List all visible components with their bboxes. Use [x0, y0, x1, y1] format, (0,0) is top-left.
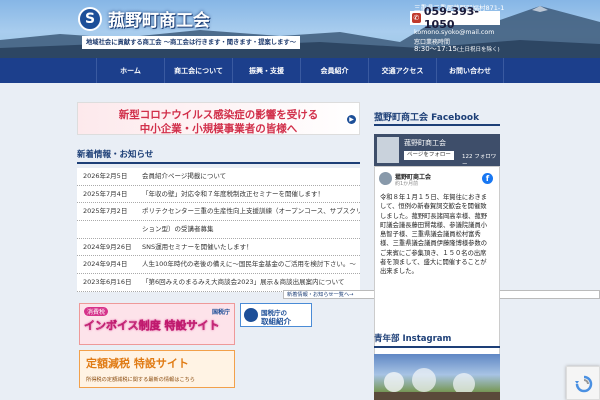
fb-post-text: 令和８年１月１５日、年賀往におきまして、恒例の新春賀詞交歓会を開催致しました。菰… [380, 194, 488, 276]
covid-banner-line1: 新型コロナウイルス感染症の影響を受ける [118, 109, 319, 121]
nav-item-about[interactable]: 商工会について [164, 58, 232, 83]
sidebar-divider [374, 346, 500, 348]
site-tagline: 地域社会に貢献する商工会 〜商工会は行きます・聞きます・提案します〜 [82, 36, 300, 49]
news-date: 2023年6月16日 [83, 278, 132, 287]
news-title[interactable]: SNS運用セミナーを開催いたします！ [142, 239, 253, 256]
invoice-title: インボイス制度 特設サイト [84, 319, 220, 332]
covid-banner-line2: 中小企業・小規模事業者の皆様へ [139, 123, 298, 135]
news-date: 2025年7月2日 [83, 207, 128, 216]
fb-post-date: 約1か月前 [395, 181, 419, 187]
arrow-right-icon: ▶ [347, 115, 356, 124]
phone-box[interactable]: ✆ 059-393-1050 [410, 5, 500, 31]
nta-banner[interactable]: 国税庁の 取組紹介 [240, 303, 312, 327]
recaptcha-icon [575, 375, 593, 393]
fb-followers: 122 フォロワー [462, 154, 497, 166]
news-title[interactable]: ション型）の受講者募集 [142, 221, 214, 238]
deduction-title: 定額減税 特設サイト [86, 357, 189, 370]
news-item[interactable]: 2025年7月4日 「年収の壁」対応令和７年度税制改正セミナーを開催します！ [77, 185, 360, 204]
news-title[interactable]: 「年収の壁」対応令和７年度税制改正セミナーを開催します！ [142, 186, 324, 203]
news-item[interactable]: ション型）の受講者募集 [77, 221, 360, 239]
fb-page-name[interactable]: 菰野町商工会 [404, 138, 446, 148]
news-date: 2026年2月5日 [83, 172, 128, 180]
nta-line2: 取組紹介 [261, 317, 291, 326]
nta-emblem-icon [244, 308, 258, 322]
news-item[interactable]: 2026年2月5日 会員紹介ページ掲載について [77, 168, 360, 186]
hours-text: 8:30〜17:15(土日祝日を除く) [414, 44, 500, 54]
tax-office-label: 国税庁 [211, 309, 230, 316]
avatar [379, 172, 392, 185]
news-heading: 新着情報・お知らせ [77, 150, 154, 160]
deduction-banner[interactable]: 定額減税 特設サイト 所得税の定額減税に関する最新の情報はこちら [79, 350, 235, 388]
news-title[interactable]: 人生100年時代の老後の備えに〜国民年金基金のご活用を検討下さい。〜 [142, 256, 356, 273]
news-title[interactable]: 「第6回みえのまるみえ大商談会2023」展示＆商談出展案内について [142, 274, 344, 291]
sidebar-divider [374, 124, 500, 126]
facebook-heading: 菰野町商工会 Facebook [374, 113, 480, 123]
site-title: 菰野町商工会 [108, 11, 210, 31]
facebook-page-card[interactable]: 菰野町商工会 ページをフォロー 122 フォロワー [374, 134, 500, 166]
news-item[interactable]: 2024年9月26日 SNS運用セミナーを開催いたします！ [77, 238, 360, 257]
news-item[interactable]: 2025年7月2日 ポリテクセンター三重の生産性向上支援訓練（オープンコース、サブ… [77, 203, 360, 222]
phone-icon: ✆ [412, 13, 421, 23]
nav-item-home[interactable]: ホーム [96, 58, 164, 83]
nav-item-contact[interactable]: お問い合わせ [436, 58, 504, 83]
hours-note: (土日祝日を除く) [456, 47, 500, 53]
hours-value: 8:30〜17:15 [414, 45, 457, 53]
site-logo[interactable]: S 菰野町商工会 [78, 6, 210, 31]
contact-info: 三重県三重郡菰野町福村871-1 ✆ 059-393-1050 komono.s… [400, 0, 600, 58]
covid-banner[interactable]: 新型コロナウイルス感染症の影響を受ける 中小企業・小規模事業者の皆様へ ▶ [77, 102, 360, 135]
news-date: 2024年9月26日 [83, 242, 132, 251]
news-title[interactable]: ポリテクセンター三重の生産性向上支援訓練（オープンコース、サブスクリプ [142, 203, 360, 220]
nav-item-access[interactable]: 交通アクセス [368, 58, 436, 83]
main-nav: ホーム 商工会について 振興・支援 会員紹介 交通アクセス お問い合わせ [0, 58, 600, 83]
logo-emblem-icon: S [78, 6, 102, 31]
news-divider [77, 162, 360, 164]
email-text[interactable]: komono.syoko@mail.com [414, 29, 494, 36]
fb-follow-button[interactable]: ページをフォロー [404, 151, 454, 160]
news-title[interactable]: 会員紹介ページ掲載について [142, 168, 226, 185]
phone-number[interactable]: 059-393-1050 [424, 5, 500, 31]
invoice-pill: 消費税 [84, 307, 109, 316]
sidebar: 菰野町商工会 Facebook 菰野町商工会 ページをフォロー 122 フォロワ… [374, 100, 500, 400]
deduction-subtitle: 所得税の定額減税に関する最新の情報はこちら [86, 377, 195, 383]
news-list: 2026年2月5日 会員紹介ページ掲載について 2025年7月4日 「年収の壁」対応… [77, 168, 360, 292]
news-date: 2024年9月4日 [83, 260, 128, 269]
recaptcha-badge[interactable] [566, 366, 600, 400]
site-header: S 菰野町商工会 地域社会に貢献する商工会 〜商工会は行きます・聞きます・提案し… [0, 0, 600, 58]
instagram-photo[interactable] [374, 354, 500, 400]
building-thumbnail [377, 137, 399, 163]
instagram-heading: 青年部 Instagram [374, 334, 452, 344]
nav-item-members[interactable]: 会員紹介 [300, 58, 368, 83]
nav-item-support[interactable]: 振興・支援 [232, 58, 300, 83]
invoice-banner[interactable]: 消費税 国税庁 インボイス制度 特設サイト [79, 303, 235, 345]
trees-graphic [374, 368, 500, 400]
news-date: 2025年7月4日 [83, 189, 128, 198]
news-item[interactable]: 2024年9月4日 人生100年時代の老後の備えに〜国民年金基金のご活用を検討下さ… [77, 256, 360, 275]
facebook-icon[interactable]: f [482, 173, 493, 184]
